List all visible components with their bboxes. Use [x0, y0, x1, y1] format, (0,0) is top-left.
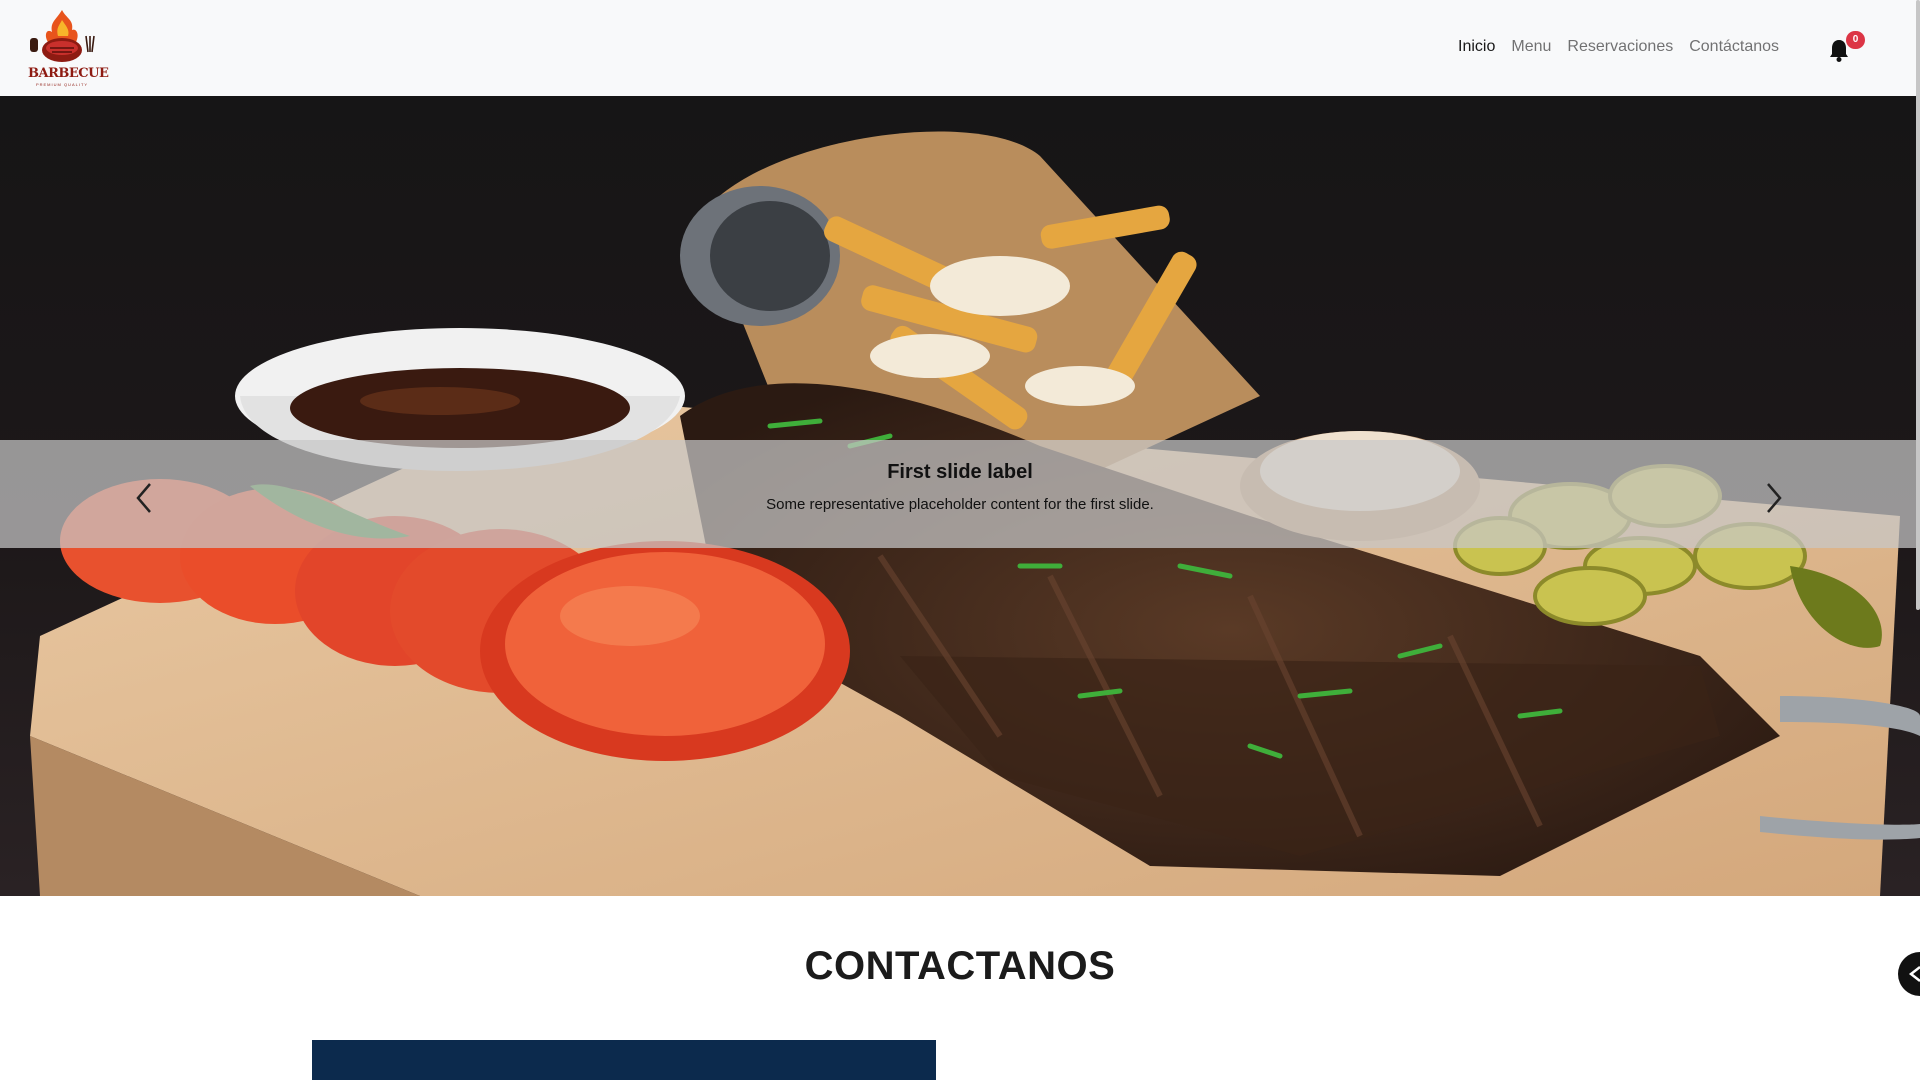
carousel-caption-text: Some representative placeholder content … [766, 496, 1154, 513]
grill-flame-icon [30, 10, 95, 62]
chevron-left-icon [1908, 966, 1920, 982]
navbar: BARBECUE PREMIUM QUALITY Inicio Menu Res… [0, 0, 1920, 96]
hero-carousel: First slide label Some representative pl… [0, 96, 1920, 896]
chevron-left-icon [136, 483, 151, 513]
nav-menu: Inicio Menu Reservaciones Contáctanos [1450, 38, 1787, 56]
notification-badge: 0 [1846, 31, 1865, 49]
page-scrollbar[interactable] [1916, 0, 1920, 610]
contact-section-title: CONTACTANOS [804, 944, 1116, 988]
nav-link-reservaciones[interactable]: Reservaciones [1559, 38, 1681, 56]
nav-link-contactanos[interactable]: Contáctanos [1681, 38, 1787, 56]
nav-link-menu[interactable]: Menu [1503, 38, 1559, 56]
carousel-prev-button[interactable] [130, 478, 158, 518]
nav-link-inicio[interactable]: Inicio [1450, 38, 1503, 56]
carousel-next-button[interactable] [1760, 478, 1788, 518]
carousel-caption-title: First slide label [887, 461, 1033, 483]
logo-subtext: PREMIUM QUALITY [35, 82, 89, 87]
chevron-right-icon [1767, 483, 1782, 513]
logo-text: BARBECUE [28, 66, 109, 81]
carousel-caption-band [0, 440, 1920, 548]
contact-panel [312, 1040, 936, 1080]
brand-logo[interactable]: BARBECUE PREMIUM QUALITY [26, 6, 109, 88]
